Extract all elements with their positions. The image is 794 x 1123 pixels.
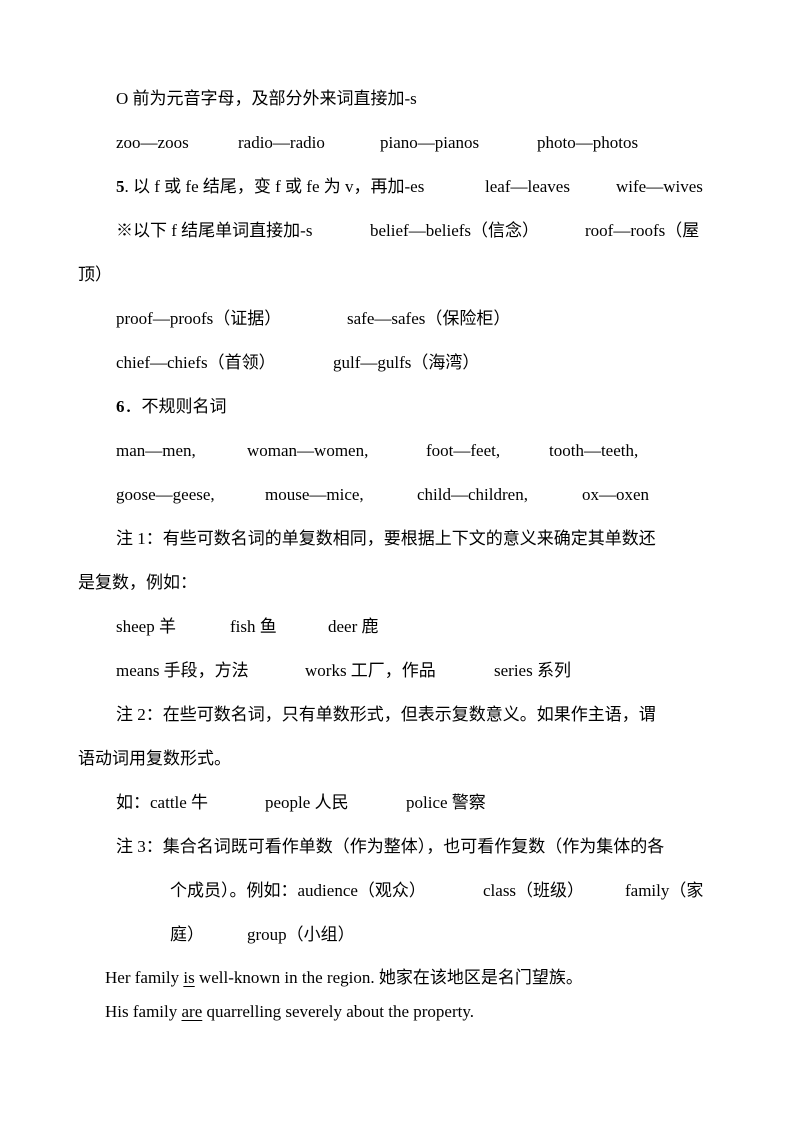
note1-line2: 是复数，例如： <box>78 573 197 592</box>
sentence1-before: Her family <box>105 968 184 987</box>
sentence1-verb: is <box>183 968 195 987</box>
example-goose: goose—geese, <box>116 485 215 504</box>
sentence1-after: well-known in the region. 她家在该地区是名门望族。 <box>194 968 583 987</box>
example-tooth: tooth—teeth, <box>549 441 639 460</box>
example-radio: radio—radio <box>238 133 325 152</box>
example-sheep: sheep 羊 <box>116 617 176 636</box>
example-gulf: gulf—gulfs（海湾） <box>333 353 480 372</box>
example-works: works 工厂，作品 <box>305 661 436 680</box>
example-deer: deer 鹿 <box>328 617 379 636</box>
example-belief: belief—beliefs（信念） <box>370 221 540 240</box>
example-proof: proof—proofs（证据） <box>116 309 282 328</box>
sentence2-after: quarrelling severely about the property. <box>202 1002 475 1021</box>
example-police: police 警察 <box>406 793 486 812</box>
note2-line2: 语动词用复数形式。 <box>78 749 231 768</box>
example-ox: ox—oxen <box>582 485 650 504</box>
rule-5: 5. 以 f 或 fe 结尾，变 f 或 fe 为 v，再加-es leaf—l… <box>116 176 716 198</box>
rule-5-text: . 以 f 或 fe 结尾，变 f 或 fe 为 v，再加-es <box>124 177 425 196</box>
example-photo: photo—photos <box>537 133 639 152</box>
exception-f-text: ※以下 f 结尾单词直接加-s <box>116 221 313 240</box>
note3-line1: 注 3：集合名词既可看作单数（作为整体），也可看作复数（作为集体的各 <box>116 837 665 856</box>
rule-5-number: 5 <box>116 177 125 196</box>
example-fish: fish 鱼 <box>230 617 277 636</box>
example-means: means 手段，方法 <box>116 661 249 680</box>
note1-line1: 注 1：有些可数名词的单复数相同，要根据上下文的意义来确定其单数还 <box>116 529 656 548</box>
example-man: man—men, <box>116 441 196 460</box>
exception-f-wrap: 顶） <box>78 265 112 284</box>
example-class: class（班级） <box>483 881 585 900</box>
example-chief: chief—chiefs（首领） <box>116 353 276 372</box>
example-audience: 个成员）。例如：audience（观众） <box>170 881 426 900</box>
example-piano: piano—pianos <box>380 133 480 152</box>
example-series: series 系列 <box>494 661 571 680</box>
note3-wrap: 庭） <box>170 925 204 944</box>
example-family: family（家 <box>625 881 704 900</box>
example-sentence-plural: His family are quarrelling severely abou… <box>105 1001 474 1023</box>
example-mouse: mouse—mice, <box>265 485 364 504</box>
example-people: people 人民 <box>265 793 349 812</box>
exception-f-row: ※以下 f 结尾单词直接加-s belief—beliefs（信念） roof—… <box>116 220 716 242</box>
sentence2-verb: are <box>181 1002 203 1021</box>
rule-6-number: 6 <box>116 397 125 416</box>
example-zoo: zoo—zoos <box>116 133 189 152</box>
rule-6: 6．不规则名词 <box>116 396 227 418</box>
rule-6-text: ．不规则名词 <box>124 397 227 416</box>
note2-line1: 注 2：在些可数名词，只有单数形式，但表示复数意义。如果作主语，谓 <box>116 705 656 724</box>
example-wife: wife—wives <box>616 177 703 196</box>
example-woman: woman—women, <box>247 441 369 460</box>
example-leaf: leaf—leaves <box>485 177 570 196</box>
example-sentence-singular: Her family is well-known in the region. … <box>105 967 583 989</box>
rule-o-vowel: O 前为元音字母，及部分外来词直接加-s <box>116 89 417 108</box>
sentence2-before: His family <box>105 1002 182 1021</box>
example-child: child—children, <box>417 485 528 504</box>
example-roof: roof—roofs（屋 <box>585 221 700 240</box>
example-group: group（小组） <box>247 925 355 944</box>
example-cattle: 如：cattle 牛 <box>116 793 209 812</box>
example-foot: foot—feet, <box>426 441 501 460</box>
example-safe: safe—safes（保险柜） <box>347 309 511 328</box>
